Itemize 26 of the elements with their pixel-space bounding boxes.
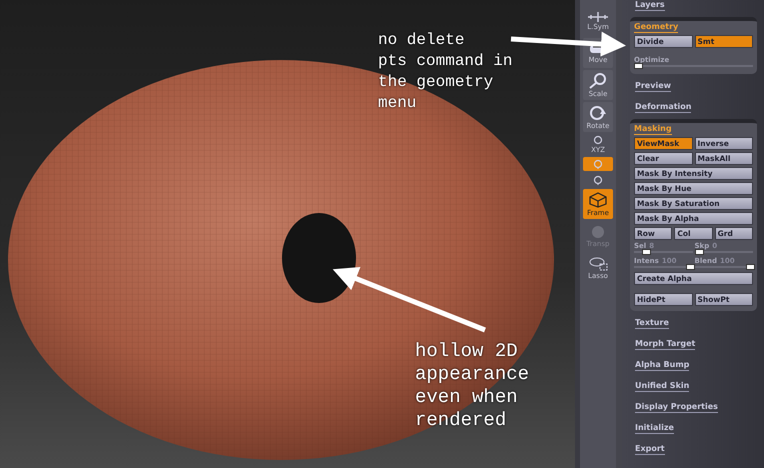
section-header[interactable]: Deformation <box>635 102 692 113</box>
section-header[interactable]: Morph Target <box>635 339 696 350</box>
section-header[interactable]: Masking <box>634 124 672 135</box>
section-header[interactable]: Initialize <box>635 423 674 434</box>
annotation-text: no delete pts command in the geometry menu <box>378 30 512 114</box>
section-header[interactable]: Texture <box>635 318 669 329</box>
slider-thumb[interactable] <box>642 249 651 255</box>
slider-thumb[interactable] <box>634 63 643 69</box>
section-header[interactable]: Preview <box>635 81 672 92</box>
section-header[interactable]: Layers <box>635 0 665 11</box>
slider-thumb[interactable] <box>746 264 755 270</box>
rotate-axis-icon <box>593 135 603 145</box>
rotate-icon <box>588 104 608 120</box>
slider-thumb[interactable] <box>686 264 694 270</box>
lasso-icon <box>588 256 608 270</box>
annotation-text: hollow 2D appearance even when rendered <box>415 340 530 432</box>
section-header[interactable]: Alpha Bump <box>635 360 690 371</box>
sphere-icon <box>590 224 606 238</box>
symmetry-icon <box>587 12 609 22</box>
section-header[interactable]: Export <box>635 444 665 455</box>
section-header[interactable]: Geometry <box>634 22 678 33</box>
section-header[interactable]: Unified Skin <box>635 381 690 392</box>
cube-icon <box>589 192 607 208</box>
section-header[interactable]: Display Properties <box>635 402 718 413</box>
slider-thumb[interactable] <box>694 249 704 255</box>
magnifier-icon <box>588 72 608 88</box>
